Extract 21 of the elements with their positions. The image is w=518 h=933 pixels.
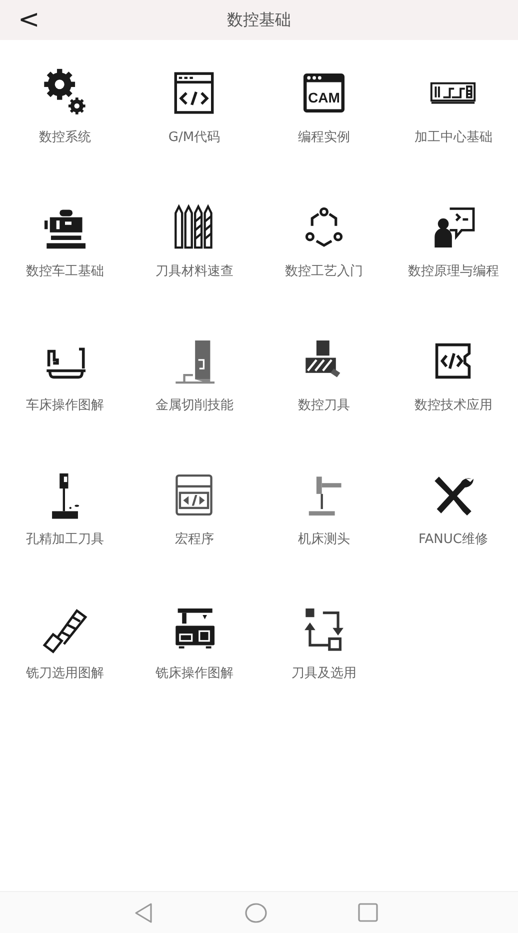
menu-item-label[interactable]: 宏程序 [174,530,214,550]
page-title: 数控基础 [227,9,291,31]
menu-item-label[interactable]: 刀具及选用 [291,664,356,684]
menu-item-label[interactable]: 孔精加工刀具 [26,530,104,550]
menu-item-label[interactable]: 铣刀选用图解 [26,664,104,684]
menu-item-label[interactable]: 数控刀具 [298,396,350,416]
menu-item-label[interactable]: 刀具材料速查 [155,262,234,282]
menu-item-label[interactable]: 金属切削技能 [155,396,234,416]
back-button[interactable]: < [12,0,46,40]
menu-item-label[interactable]: 编程实例 [298,128,350,148]
menu-item-label[interactable]: 数控技术应用 [414,396,492,416]
menu-item-label[interactable]: 铣床操作图解 [155,664,234,684]
menu-item-label[interactable]: 数控系统 [38,128,91,148]
menu-item-label[interactable]: G/M代码 [168,128,220,148]
menu-item-label[interactable]: 加工中心基础 [414,128,492,148]
menu-item-label[interactable]: FANUC维修 [418,530,488,550]
menu-item-label[interactable]: 数控车工基础 [26,262,104,282]
menu-item-label[interactable]: 数控原理与编程 [408,262,499,282]
menu-item-label[interactable]: 机床测头 [298,530,350,550]
menu-item-label[interactable]: 数控工艺入门 [284,262,363,282]
menu-item-label[interactable]: 车床操作图解 [26,396,104,416]
